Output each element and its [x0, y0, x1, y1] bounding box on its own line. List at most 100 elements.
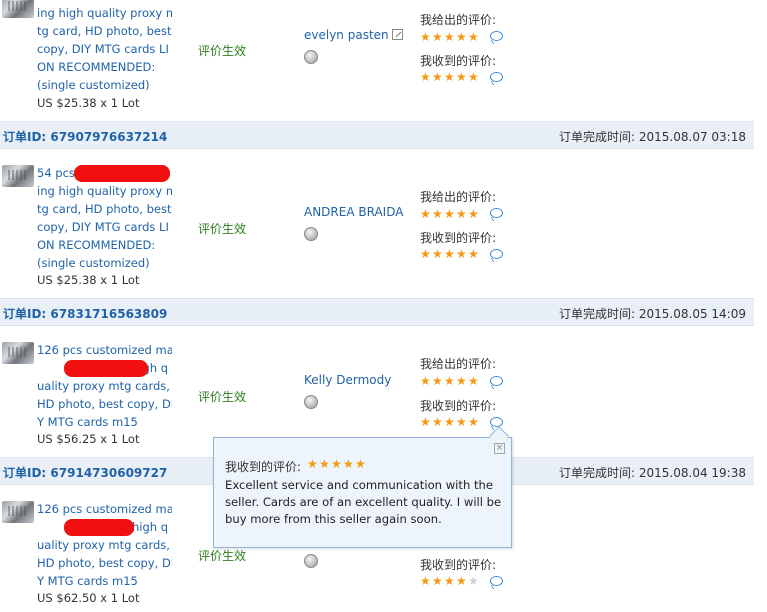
star-icon: ★	[456, 70, 467, 84]
product-title-line[interactable]: ing high quality proxy m	[37, 182, 172, 200]
given-rating-label: 我给出的评价:	[420, 357, 497, 371]
product-title-line[interactable]: HD photo, best copy, DI	[37, 395, 172, 413]
buyer-name[interactable]: evelyn pasten	[304, 28, 389, 42]
star-icon: ★	[468, 247, 479, 261]
star-icon: ★	[444, 30, 455, 44]
product-title-line[interactable]: uality proxy mtg cards,	[37, 377, 172, 395]
star-icon: ★	[444, 247, 455, 261]
buyer-name-link[interactable]: evelyn pasten	[304, 28, 403, 42]
order-id-label: 订单ID:	[3, 307, 47, 321]
edit-icon[interactable]	[391, 29, 403, 40]
received-rating-stars: ★★★★★	[420, 415, 480, 429]
order-id[interactable]: 订单ID: 67907976637214	[3, 128, 167, 145]
popup-feedback-text: Excellent service and communication with…	[225, 478, 502, 526]
product-title-line[interactable]: 126 pcs customized ma	[37, 500, 172, 518]
order-time-value: 2015.08.04 19:38	[638, 466, 746, 480]
order-id-label: 订单ID:	[3, 130, 47, 144]
order-completed-time: 订单完成时间: 2015.08.05 14:09	[559, 305, 746, 322]
order-price: US $25.38 x 1 Lot	[37, 273, 140, 287]
star-icon: ★	[444, 374, 455, 388]
popup-title: 我收到的评价:	[225, 460, 302, 474]
product-title-line[interactable]: ON RECOMMENDED:	[37, 58, 172, 76]
product-title-link[interactable]: ing high quality proxy m tg card, HD pho…	[37, 4, 172, 94]
product-title-line[interactable]: HD photo, best copy, DI	[37, 554, 172, 572]
product-title-line[interactable]: uality proxy mtg cards,	[37, 536, 172, 554]
redaction-mark	[74, 165, 170, 182]
order-time-label: 订单完成时间:	[559, 130, 636, 144]
star-icon: ★	[468, 574, 479, 588]
comment-bubble-icon[interactable]	[490, 576, 503, 586]
star-icon: ★	[420, 207, 431, 221]
received-rating-stars: ★★★★★	[420, 70, 480, 84]
buyer-level-icon	[304, 50, 318, 64]
received-rating-label: 我收到的评价:	[420, 231, 497, 245]
star-icon: ★	[420, 30, 431, 44]
buyer-name[interactable]: Kelly Dermody	[304, 373, 391, 387]
close-icon[interactable]: ×	[494, 443, 505, 454]
product-thumbnail[interactable]	[2, 0, 34, 18]
received-rating-label: 我收到的评价:	[420, 54, 497, 68]
product-thumbnail[interactable]	[2, 165, 34, 187]
comment-bubble-icon[interactable]	[490, 417, 503, 427]
order-id-value[interactable]: 67914730609727	[50, 466, 167, 480]
star-icon: ★	[420, 574, 431, 588]
product-title-line[interactable]: ing high quality proxy m	[37, 4, 172, 22]
buyer-name-link[interactable]: ANDREA BRAIDA	[304, 205, 403, 219]
star-icon: ★	[432, 574, 443, 588]
product-title-line[interactable]: (single customized)	[37, 254, 172, 272]
order-id[interactable]: 订单ID: 67914730609727	[3, 464, 167, 481]
given-rating-stars: ★★★★★	[420, 207, 480, 221]
received-rating-stars: ★★★★★	[420, 574, 480, 588]
feedback-status: 评价生效	[198, 44, 247, 58]
buyer-level-icon	[304, 395, 318, 409]
order-time-label: 订单完成时间:	[559, 307, 636, 321]
comment-bubble-icon[interactable]	[490, 31, 503, 41]
given-rating-label: 我给出的评价:	[420, 13, 497, 27]
comment-bubble-icon[interactable]	[490, 249, 503, 259]
star-icon: ★	[432, 247, 443, 261]
star-icon: ★	[468, 374, 479, 388]
product-title-line[interactable]: (single customized)	[37, 76, 172, 94]
comment-bubble-icon[interactable]	[490, 376, 503, 386]
order-id-value[interactable]: 67907976637214	[50, 130, 167, 144]
order-price: US $56.25 x 1 Lot	[37, 432, 140, 446]
received-rating-stars: ★★★★★	[420, 247, 480, 261]
product-title-link[interactable]: 126 pcs customized ma high q uality prox…	[37, 500, 172, 590]
star-icon: ★	[456, 247, 467, 261]
product-title-line[interactable]: Y MTG cards m15	[37, 572, 172, 590]
buyer-name[interactable]: ANDREA BRAIDA	[304, 205, 403, 219]
star-icon: ★	[468, 30, 479, 44]
comment-bubble-icon[interactable]	[490, 72, 503, 82]
product-title-line[interactable]: tg card, HD photo, best	[37, 22, 172, 40]
buyer-name-link[interactable]: Kelly Dermody	[304, 373, 391, 387]
order-id-value[interactable]: 67831716563809	[50, 307, 167, 321]
star-icon: ★	[432, 30, 443, 44]
star-icon: ★	[432, 374, 443, 388]
order-completed-time: 订单完成时间: 2015.08.07 03:18	[559, 128, 746, 145]
product-title-line[interactable]: copy, DIY MTG cards LI	[37, 218, 172, 236]
product-thumbnail[interactable]	[2, 342, 34, 364]
product-title-line[interactable]: 126 pcs customized ma	[37, 341, 172, 359]
order-id[interactable]: 订单ID: 67831716563809	[3, 305, 167, 322]
star-icon: ★	[432, 415, 443, 429]
order-id-label: 订单ID:	[3, 466, 47, 480]
product-title-link[interactable]: 126 pcs customized ma high q uality prox…	[37, 341, 172, 431]
order-time-value: 2015.08.05 14:09	[638, 307, 746, 321]
star-icon: ★	[319, 457, 330, 471]
star-icon: ★	[468, 415, 479, 429]
order-time-label: 订单完成时间:	[559, 466, 636, 480]
comment-bubble-icon[interactable]	[490, 208, 503, 218]
buyer-level-icon	[304, 227, 318, 241]
order-completed-time: 订单完成时间: 2015.08.04 19:38	[559, 464, 746, 481]
product-title-line[interactable]: tg card, HD photo, best	[37, 200, 172, 218]
given-rating-label: 我给出的评价:	[420, 190, 497, 204]
feedback-status: 评价生效	[198, 390, 247, 404]
product-title-line[interactable]: copy, DIY MTG cards LI	[37, 40, 172, 58]
product-thumbnail[interactable]	[2, 501, 34, 523]
redaction-mark	[64, 519, 134, 536]
received-rating-label: 我收到的评价:	[420, 399, 497, 413]
feedback-status: 评价生效	[198, 222, 247, 236]
product-title-line[interactable]: ON RECOMMENDED:	[37, 236, 172, 254]
product-title-line[interactable]: Y MTG cards m15	[37, 413, 172, 431]
star-icon: ★	[444, 574, 455, 588]
